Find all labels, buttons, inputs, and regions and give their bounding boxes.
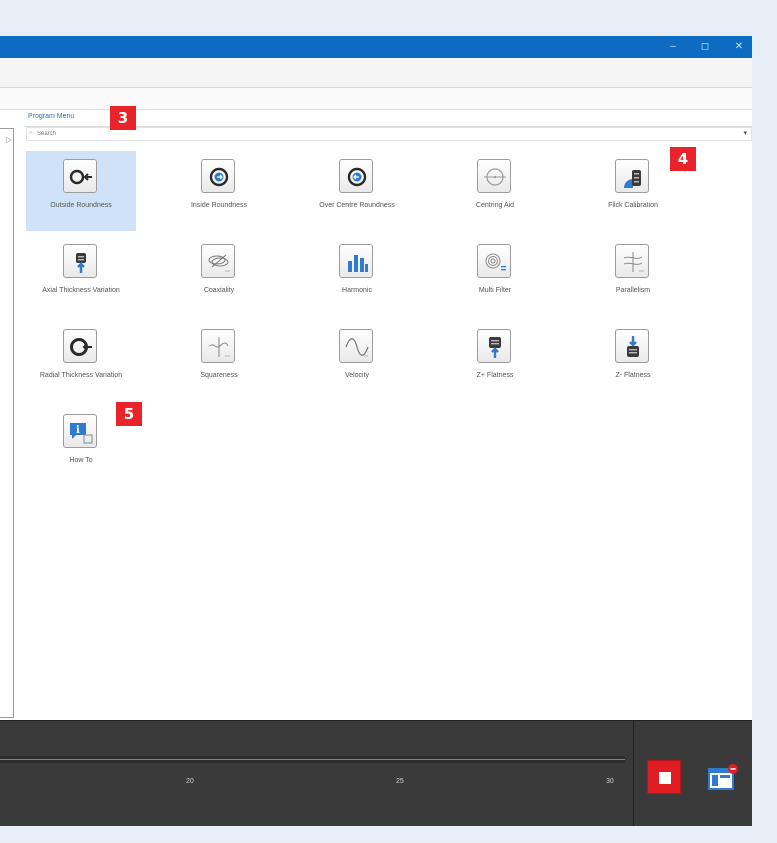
tile-radial-thickness-variation[interactable]: Radial Thickness Variation: [26, 321, 136, 401]
tile-label: Flick Calibration: [608, 202, 658, 209]
close-button[interactable]: ✕: [731, 39, 747, 55]
harmonic-icon: [348, 255, 368, 272]
tile-axial-thickness-variation[interactable]: Axial Thickness Variation: [26, 236, 136, 316]
tile-over-centre-roundness[interactable]: Over Centre Roundness: [302, 151, 412, 231]
status-panel: 20 25 30: [0, 720, 752, 826]
expand-arrow-icon[interactable]: ▷: [6, 135, 12, 144]
centring-aid-icon: [484, 168, 506, 186]
timeline-tick-30: 30: [606, 778, 614, 785]
program-window-button[interactable]: [704, 760, 740, 796]
how-to-info-icon: i: [70, 423, 93, 444]
program-menu-grid: Outside Roundness Inside Roundness Over …: [24, 142, 752, 718]
callout-badge-4: 4: [670, 147, 696, 171]
tile-label: Parallelism: [615, 287, 651, 294]
velocity-icon: [345, 338, 369, 357]
program-menu-title: Program Menu: [28, 113, 75, 120]
stop-icon: [659, 772, 671, 784]
tile-multi-filter[interactable]: Multi Filter: [440, 236, 550, 316]
restore-button[interactable]: ◻: [697, 39, 713, 55]
tile-label: Outside Roundness: [50, 202, 112, 209]
flick-calibration-icon: [624, 170, 641, 188]
tile-label: Multi Filter: [478, 287, 512, 294]
timeline-track: [0, 756, 625, 763]
left-tree-panel[interactable]: ▷ es: [0, 128, 14, 731]
status-divider: [633, 721, 634, 826]
svg-text:i: i: [76, 425, 80, 436]
tile-velocity[interactable]: Velocity: [302, 321, 412, 401]
tile-label: Velocity: [344, 372, 370, 379]
coaxiality-icon: [208, 254, 230, 272]
program-window-icon: [708, 764, 738, 790]
search-dropdown-icon[interactable]: ▾: [743, 129, 747, 137]
z-plus-flatness-icon: [489, 337, 501, 358]
axial-thickness-icon: [76, 253, 86, 273]
tile-inside-roundness[interactable]: Inside Roundness: [164, 151, 274, 231]
tile-label: Axial Thickness Variation: [42, 287, 120, 294]
inside-roundness-icon: [209, 167, 229, 187]
timeline-tick-20: 20: [186, 778, 194, 785]
tile-label: Coaxiality: [203, 287, 235, 294]
application-window: – ◻ ✕ ▷ es Program Menu ⌕ ▾ Outside Roun…: [0, 36, 752, 826]
menu-bar: [0, 58, 752, 88]
callout-badge-3: 3: [110, 106, 136, 130]
callout-badge-5: 5: [116, 402, 142, 426]
tile-outside-roundness[interactable]: Outside Roundness: [26, 151, 136, 231]
tile-z-plus-flatness[interactable]: Z+ Flatness: [440, 321, 550, 401]
timeline-line: [0, 759, 625, 760]
tile-label: Z- Flatness: [615, 372, 651, 379]
tile-harmonic[interactable]: Harmonic: [302, 236, 412, 316]
tile-label: Over Centre Roundness: [319, 202, 395, 209]
tile-label: Harmonic: [342, 287, 372, 294]
timeline-tick-25: 25: [396, 778, 404, 785]
title-bar: – ◻ ✕: [0, 36, 752, 58]
tile-parallelism[interactable]: Parallelism: [578, 236, 688, 316]
multi-filter-icon: [485, 253, 506, 271]
minimize-button[interactable]: –: [665, 39, 681, 55]
squareness-icon: [209, 337, 230, 357]
radial-thickness-icon: [70, 338, 92, 356]
tile-label: Inside Roundness: [190, 202, 248, 209]
tile-label: Squareness: [200, 372, 238, 379]
tile-label: How To: [69, 457, 93, 464]
tile-z-minus-flatness[interactable]: Z- Flatness: [578, 321, 688, 401]
tile-label: Centring Aid: [475, 202, 515, 209]
parallelism-icon: [623, 252, 644, 272]
stop-button[interactable]: [647, 760, 681, 794]
tile-label: Z+ Flatness: [476, 372, 514, 379]
outside-roundness-icon: [69, 169, 92, 185]
tile-squareness[interactable]: Squareness: [164, 321, 274, 401]
z-minus-flatness-icon: [627, 336, 639, 357]
tile-centring-aid[interactable]: Centring Aid: [440, 151, 550, 231]
tile-coaxiality[interactable]: Coaxiality: [164, 236, 274, 316]
over-centre-roundness-icon: [347, 167, 367, 187]
tile-label: Radial Thickness Variation: [39, 372, 123, 379]
